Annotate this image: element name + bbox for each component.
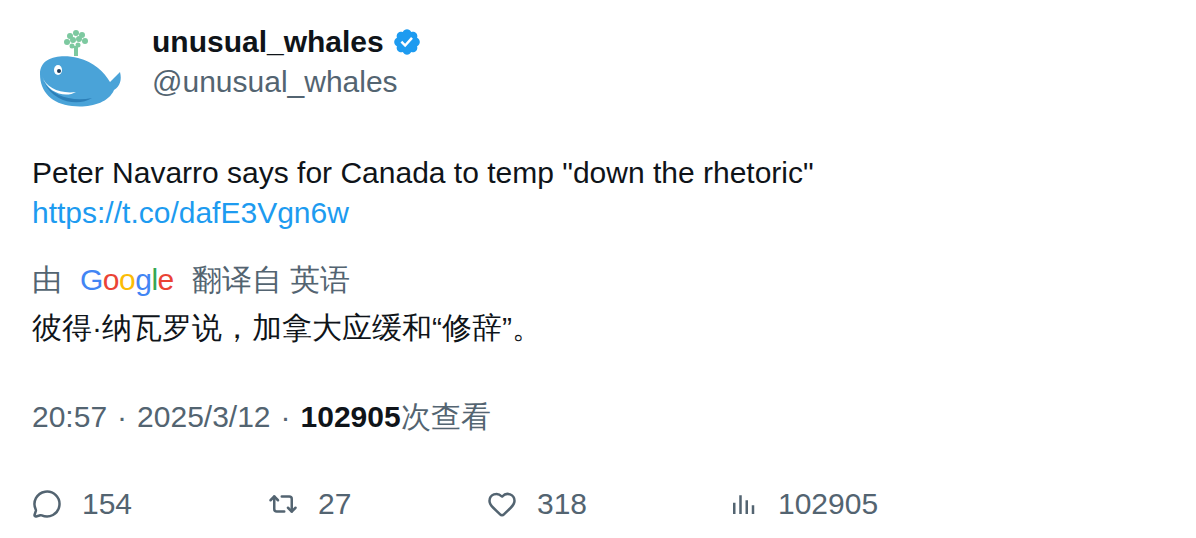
author-handle[interactable]: @unusual_whales [152, 62, 422, 102]
avatar[interactable] [32, 26, 124, 114]
retweet-icon [268, 489, 298, 519]
avatar-whale-icon[interactable] [32, 26, 124, 114]
tweet-date[interactable]: 2025/3/12 [137, 397, 270, 437]
like-action[interactable]: 318 [487, 484, 728, 524]
tweet-meta: 20:57·2025/3/12·102905次查看 [32, 397, 1164, 437]
tweet-header: unusual_whales@unusual_whales [32, 0, 1164, 114]
author-block: unusual_whales@unusual_whales [152, 22, 422, 102]
retweet-action[interactable]: 27 [268, 484, 487, 524]
reply-icon [32, 489, 62, 519]
translation-label: 由Google翻译自 英语 [32, 260, 1164, 300]
views-chart-icon [728, 489, 758, 519]
like-icon [487, 489, 517, 519]
translation-text: 彼得·纳瓦罗说，加拿大应缓和“修辞”。 [32, 308, 1164, 348]
author-name[interactable]: unusual_whales [152, 22, 384, 62]
tweet-time[interactable]: 20:57 [32, 397, 107, 437]
tweet-page: unusual_whales@unusual_whales Peter Navar… [0, 0, 1196, 538]
view-count: 102905次查看 [301, 397, 491, 437]
tweet-actions: 15427318102905 [32, 484, 1164, 524]
verified-badge-icon [392, 27, 422, 57]
tweet-text: Peter Navarro says for Canada to temp "d… [32, 153, 1164, 233]
views-action[interactable]: 102905 [728, 484, 878, 524]
reply-action[interactable]: 154 [32, 484, 268, 524]
tweet-link[interactable]: https://t.co/dafE3Vgn6w [32, 193, 1164, 233]
google-logo: Google [80, 260, 174, 300]
